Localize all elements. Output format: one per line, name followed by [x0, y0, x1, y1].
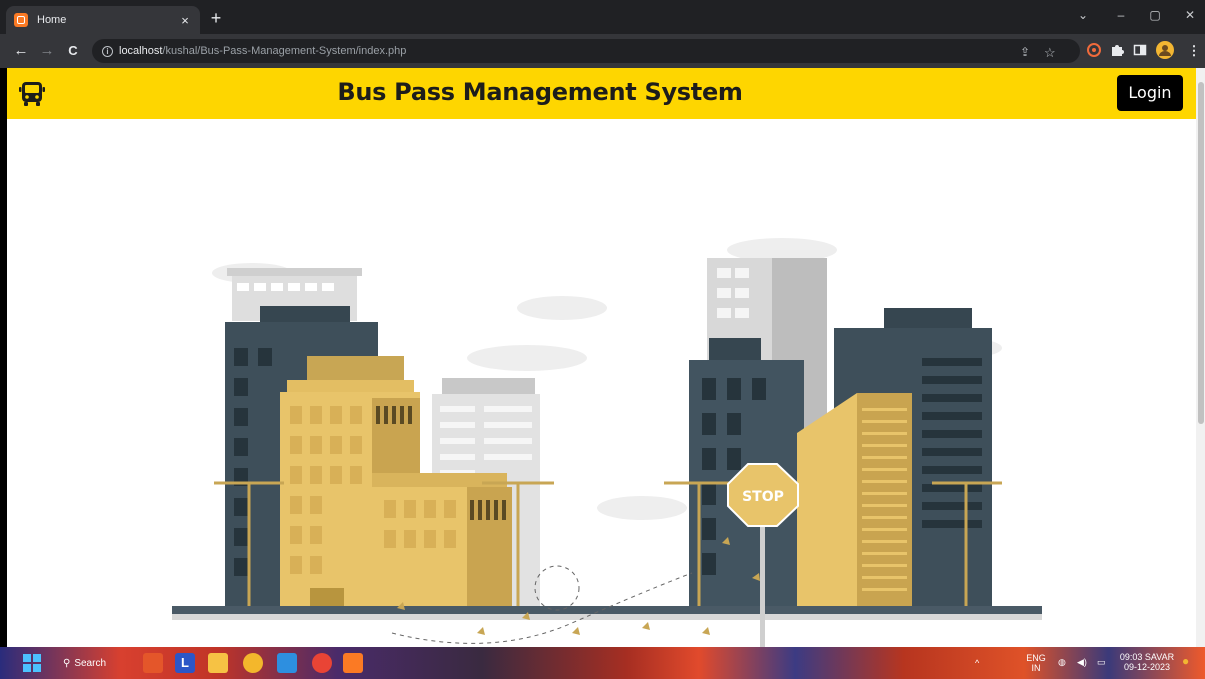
url-text: localhost/kushal/Bus-Pass-Management-Sys… — [119, 45, 406, 57]
language-indicator[interactable]: ENG IN — [1025, 653, 1047, 673]
volume-icon[interactable]: ◀) — [1077, 657, 1087, 667]
browser-tab-strip: Home × + ⌄ – ▢ ✕ — [0, 0, 1205, 34]
login-button[interactable]: Login — [1117, 75, 1183, 111]
restore-button[interactable]: ▢ — [1145, 8, 1165, 22]
browser-toolbar: ← → C i localhost/kushal/Bus-Pass-Manage… — [0, 34, 1205, 68]
show-hidden-icons-icon[interactable]: ^ — [975, 658, 979, 668]
url-host: localhost — [119, 45, 163, 57]
site-header: Bus Pass Management System Login — [7, 68, 1196, 119]
screen: Home × + ⌄ – ▢ ✕ ← → C i localhost/kusha… — [0, 0, 1205, 679]
notification-bell-icon[interactable]: ● — [1182, 655, 1189, 667]
xampp-icon[interactable] — [343, 653, 363, 673]
search-icon: ⚲ — [63, 657, 71, 669]
extension-orange-icon[interactable] — [1087, 43, 1101, 57]
puzzle-icon[interactable] — [1110, 43, 1124, 57]
chrome-dev-icon[interactable] — [243, 653, 263, 673]
clock-date: 09-12-2023 — [1123, 662, 1171, 672]
start-icon[interactable] — [22, 653, 42, 673]
site-info-icon[interactable]: i — [102, 45, 113, 57]
browser-tab[interactable]: Home × — [6, 6, 200, 34]
city-illustration: STOP — [172, 238, 1042, 647]
file-explorer-icon[interactable] — [208, 653, 228, 673]
l-app-icon[interactable]: L — [175, 653, 195, 673]
minimize-button[interactable]: – — [1111, 8, 1131, 22]
clock-time: 09:03 SAVAR — [1119, 652, 1175, 662]
close-window-button[interactable]: ✕ — [1180, 8, 1200, 22]
chrome-icon[interactable] — [312, 653, 332, 673]
profile-avatar-icon[interactable] — [1156, 41, 1174, 59]
share-icon[interactable]: ⇪ — [1020, 45, 1030, 59]
search-label: Search — [74, 657, 107, 669]
address-bar[interactable]: i localhost/kushal/Bus-Pass-Management-S… — [92, 39, 1080, 63]
side-panel-icon[interactable] — [1133, 43, 1147, 57]
url-path: /kushal/Bus-Pass-Management-System/index… — [162, 45, 407, 57]
back-button[interactable]: ← — [12, 43, 30, 59]
tab-title: Home — [37, 14, 67, 26]
battery-icon[interactable]: ▭ — [1097, 657, 1106, 667]
xampp-favicon-icon — [14, 13, 28, 27]
network-icon[interactable]: ◍ — [1058, 657, 1066, 667]
language-code: ENG — [1026, 653, 1046, 663]
vscode-icon[interactable] — [277, 653, 297, 673]
new-tab-button[interactable]: + — [206, 9, 226, 27]
forward-button[interactable]: → — [38, 43, 56, 59]
region-code: IN — [1031, 663, 1041, 673]
stop-sign-text: STOP — [742, 489, 784, 505]
menu-icon[interactable]: ⋮ — [1185, 43, 1203, 59]
windows-taskbar: ⚲ Search L ^ ENG IN ◍ ◀) ▭ 09:03 SAVAR 0… — [0, 647, 1205, 679]
tab-close-icon[interactable]: × — [178, 13, 192, 28]
page-title: Bus Pass Management System — [337, 78, 743, 106]
game-app-icon[interactable] — [143, 653, 163, 673]
tab-search-icon[interactable]: ⌄ — [1073, 8, 1093, 22]
reload-button[interactable]: C — [64, 43, 82, 59]
scrollbar-thumb[interactable] — [1198, 82, 1204, 424]
clock[interactable]: 09:03 SAVAR 09-12-2023 — [1118, 652, 1176, 672]
taskbar-search[interactable]: ⚲ Search — [63, 655, 106, 671]
star-icon[interactable]: ☆ — [1044, 45, 1056, 61]
page-viewport: Bus Pass Management System Login STOP — [7, 68, 1196, 647]
